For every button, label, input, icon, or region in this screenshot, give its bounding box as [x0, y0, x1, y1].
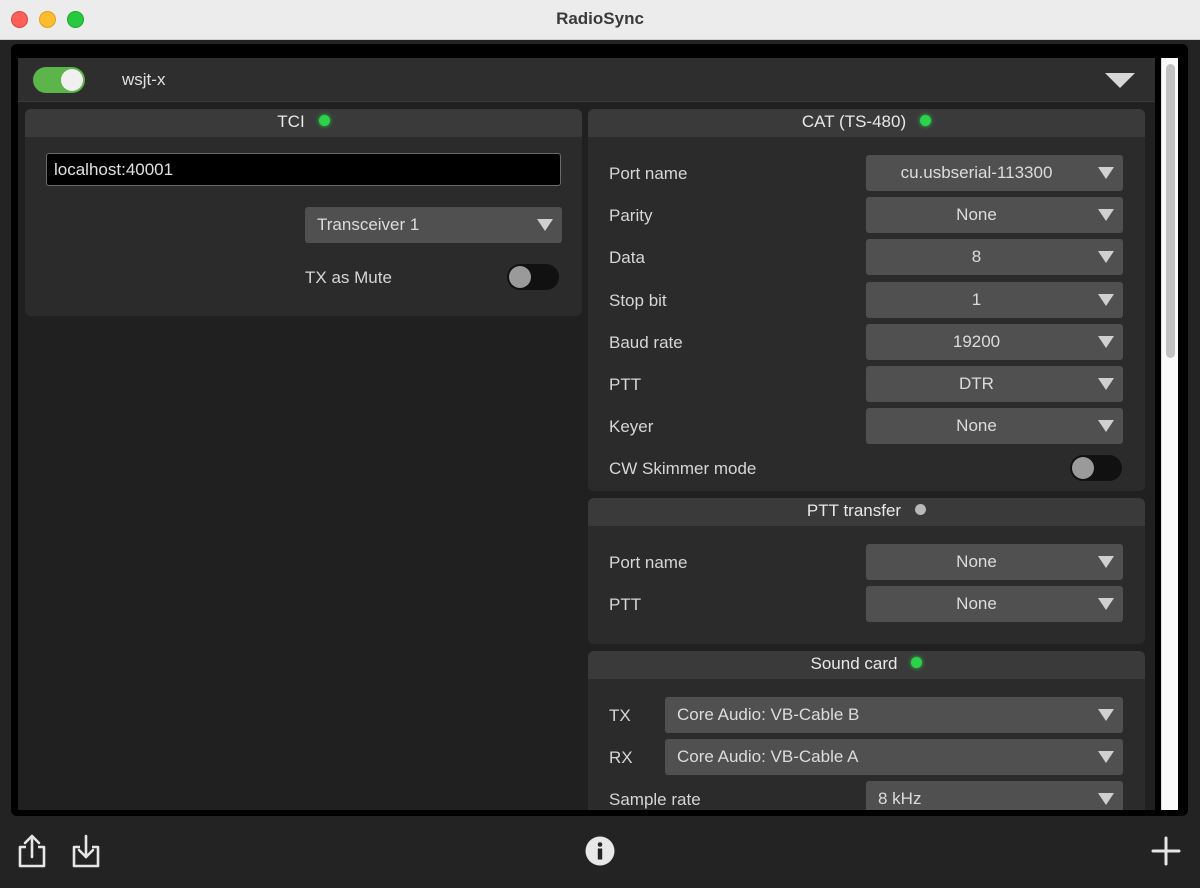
- cat-baud-label: Baud rate: [609, 333, 683, 352]
- ptt-transfer-ptt-label: PTT: [609, 595, 642, 614]
- cat-data-value: 8: [971, 247, 982, 266]
- transceiver-select[interactable]: Transceiver 1: [305, 207, 562, 243]
- dropdown-arrow-icon: [1098, 420, 1114, 432]
- cat-panel: CAT (TS-480) Port name cu.usbserial-1133…: [588, 109, 1145, 491]
- dropdown-arrow-icon: [1098, 751, 1114, 763]
- cat-ptt-label: PTT: [609, 375, 642, 394]
- app-content: wsjt-x TCI Transceiver 1 TX as Mute CAT …: [0, 40, 1200, 888]
- cat-stopbit-label: Stop bit: [609, 291, 667, 310]
- vertical-scrollbar[interactable]: [1161, 58, 1178, 810]
- cat-data-select[interactable]: 8: [866, 239, 1123, 275]
- cat-status-led-icon: [920, 115, 932, 126]
- dropdown-arrow-icon: [537, 219, 553, 231]
- profile-name: wsjt-x: [122, 70, 166, 89]
- sample-rate-select[interactable]: 8 kHz: [866, 781, 1123, 810]
- ptt-transfer-status-led-icon: [915, 504, 927, 515]
- cat-ptt-value: DTR: [959, 374, 994, 393]
- ptt-transfer-ptt-select[interactable]: None: [866, 586, 1123, 622]
- sound-card-panel: Sound card TX Core Audio: VB-Cable B RX …: [588, 651, 1145, 810]
- share-icon[interactable]: [15, 833, 49, 869]
- cat-keyer-value: None: [956, 416, 997, 435]
- cat-parity-label: Parity: [609, 206, 653, 225]
- cat-data-label: Data: [609, 248, 645, 267]
- dropdown-arrow-icon: [1098, 167, 1114, 179]
- ptt-transfer-port-value: None: [956, 552, 997, 571]
- plus-icon[interactable]: [1151, 836, 1181, 866]
- cw-skimmer-toggle[interactable]: [1070, 455, 1122, 481]
- tci-status-led-icon: [318, 115, 330, 126]
- ptt-transfer-port-label: Port name: [609, 553, 688, 572]
- cat-panel-header: CAT (TS-480): [588, 109, 1145, 137]
- profile-header[interactable]: wsjt-x: [18, 58, 1155, 102]
- dropdown-arrow-icon: [1098, 251, 1114, 263]
- cat-stopbit-select[interactable]: 1: [866, 282, 1123, 318]
- transceiver-value: Transceiver 1: [317, 215, 420, 234]
- toggle-knob: [61, 69, 83, 91]
- cat-keyer-label: Keyer: [609, 417, 654, 436]
- cat-keyer-select[interactable]: None: [866, 408, 1123, 444]
- download-icon[interactable]: [69, 833, 103, 869]
- collapse-triangle-icon[interactable]: [1105, 73, 1135, 88]
- dropdown-arrow-icon: [1098, 556, 1114, 568]
- cat-parity-select[interactable]: None: [866, 197, 1123, 233]
- profile-list-frame: wsjt-x TCI Transceiver 1 TX as Mute CAT …: [11, 44, 1188, 816]
- dropdown-arrow-icon: [1098, 378, 1114, 390]
- tci-panel-header: TCI: [25, 109, 582, 137]
- footer-toolbar: [0, 816, 1200, 888]
- tx-mute-label: TX as Mute: [305, 268, 392, 287]
- profile-scroll-area: wsjt-x TCI Transceiver 1 TX as Mute CAT …: [18, 58, 1155, 810]
- window-title: RadioSync: [556, 9, 644, 28]
- tx-mute-toggle[interactable]: [507, 264, 559, 290]
- cat-ptt-select[interactable]: DTR: [866, 366, 1123, 402]
- cw-skimmer-label: CW Skimmer mode: [609, 459, 757, 478]
- ptt-transfer-panel: PTT transfer Port name None PTT None: [588, 498, 1145, 644]
- toggle-knob: [509, 266, 531, 288]
- dropdown-arrow-icon: [1098, 598, 1114, 610]
- ptt-transfer-panel-header: PTT transfer: [588, 498, 1145, 526]
- dropdown-arrow-icon: [1098, 336, 1114, 348]
- profile-enable-toggle[interactable]: [33, 67, 85, 93]
- cat-port-value: cu.usbserial-113300: [900, 163, 1053, 182]
- cat-port-label: Port name: [609, 164, 688, 183]
- sound-rx-select[interactable]: Core Audio: VB-Cable A: [665, 739, 1123, 775]
- sound-tx-select[interactable]: Core Audio: VB-Cable B: [665, 697, 1123, 733]
- window-titlebar: RadioSync: [0, 0, 1200, 40]
- tci-panel: TCI Transceiver 1 TX as Mute: [25, 109, 582, 316]
- sample-rate-label: Sample rate: [609, 790, 701, 809]
- cat-baud-value: 19200: [952, 332, 1001, 351]
- tci-panel-title: TCI: [277, 112, 305, 131]
- sound-rx-label: RX: [609, 748, 633, 767]
- cat-port-select[interactable]: cu.usbserial-113300: [866, 155, 1123, 191]
- scrollbar-thumb[interactable]: [1166, 64, 1175, 358]
- cat-panel-title: CAT (TS-480): [801, 112, 907, 131]
- sound-card-panel-title: Sound card: [810, 654, 898, 673]
- info-icon[interactable]: [585, 836, 615, 866]
- cat-stopbit-value: 1: [971, 290, 982, 309]
- sound-tx-value: Core Audio: VB-Cable B: [677, 705, 860, 724]
- sound-rx-value: Core Audio: VB-Cable A: [677, 747, 859, 766]
- ptt-transfer-port-select[interactable]: None: [866, 544, 1123, 580]
- dropdown-arrow-icon: [1098, 709, 1114, 721]
- sound-card-status-led-icon: [911, 657, 923, 668]
- ptt-transfer-panel-title: PTT transfer: [806, 501, 902, 520]
- dropdown-arrow-icon: [1098, 209, 1114, 221]
- ptt-transfer-ptt-value: None: [956, 594, 997, 613]
- sound-tx-label: TX: [609, 706, 631, 725]
- dropdown-arrow-icon: [1098, 793, 1114, 805]
- sample-rate-value: 8 kHz: [878, 789, 922, 808]
- cat-parity-value: None: [956, 205, 997, 224]
- sound-card-panel-header: Sound card: [588, 651, 1145, 679]
- dropdown-arrow-icon: [1098, 294, 1114, 306]
- tci-address-input[interactable]: [46, 153, 561, 186]
- cat-baud-select[interactable]: 19200: [866, 324, 1123, 360]
- toggle-knob: [1072, 457, 1094, 479]
